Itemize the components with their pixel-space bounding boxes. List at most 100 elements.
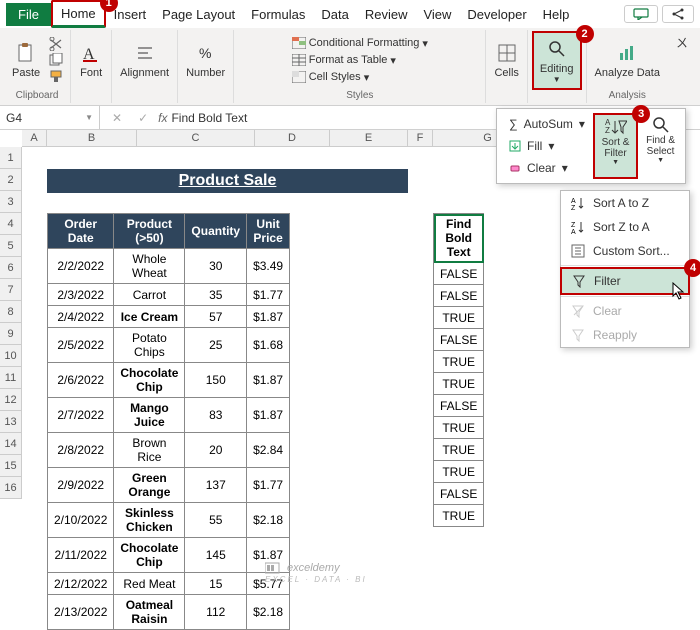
autosum-button[interactable]: ∑AutoSum ▾ — [501, 113, 593, 135]
sort-az-icon: AZ — [571, 196, 585, 210]
cancel-formula-icon[interactable]: ✕ — [106, 111, 128, 125]
tab-view[interactable]: View — [415, 3, 459, 26]
row-header-13[interactable]: 13 — [0, 411, 22, 433]
row-header-14[interactable]: 14 — [0, 433, 22, 455]
row-header-2[interactable]: 2 — [0, 169, 22, 191]
enter-formula-icon[interactable]: ✓ — [132, 111, 154, 125]
row-header-9[interactable]: 9 — [0, 323, 22, 345]
col-header-C[interactable]: C — [137, 130, 255, 147]
conditional-formatting-button[interactable]: Conditional Formatting ▾ — [288, 36, 432, 51]
table-row: FALSE — [434, 395, 484, 417]
format-as-table-button[interactable]: Format as Table ▾ — [288, 53, 432, 68]
table-icon — [292, 54, 306, 66]
row-header-12[interactable]: 12 — [0, 389, 22, 411]
table-row: 2/7/2022 Mango Juice 83 $1.87 — [48, 398, 290, 433]
funnel-icon — [572, 274, 586, 288]
custom-sort[interactable]: Custom Sort... — [561, 239, 689, 263]
sort-filter-button[interactable]: AZ Sort & Filter▼ 3 — [593, 113, 638, 179]
number-button[interactable]: %Number — [182, 39, 229, 81]
fill-button[interactable]: Fill ▾ — [501, 135, 593, 157]
ribbon: Paste Clipboard AFont Alignment %Number … — [0, 28, 700, 106]
find-icon — [651, 115, 671, 135]
svg-text:%: % — [199, 45, 211, 61]
tab-help[interactable]: Help — [535, 3, 578, 26]
cut-icon[interactable] — [48, 37, 66, 51]
font-button[interactable]: AFont — [75, 39, 107, 81]
row-header-15[interactable]: 15 — [0, 455, 22, 477]
fx-icon[interactable]: fx — [158, 111, 167, 125]
find-bold-header[interactable]: Find Bold Text — [434, 214, 484, 263]
table-row: TRUE — [434, 417, 484, 439]
tab-formulas[interactable]: Formulas — [243, 3, 313, 26]
tab-review[interactable]: Review — [357, 3, 416, 26]
table-row: 2/2/2022 Whole Wheat 30 $3.49 — [48, 249, 290, 284]
find-select-button[interactable]: Find & Select▼ — [640, 113, 681, 179]
cell-styles-icon — [292, 71, 306, 83]
collapse-ribbon-button[interactable]: ㄨ — [668, 30, 696, 103]
table-row: FALSE — [434, 329, 484, 351]
search-icon — [545, 37, 569, 61]
mouse-cursor-icon — [672, 282, 688, 300]
clear-filter: Clear — [561, 299, 689, 323]
clear-filter-icon — [571, 304, 585, 318]
editing-button[interactable]: Editing ▼ 2 — [532, 31, 582, 90]
row-header-6[interactable]: 6 — [0, 257, 22, 279]
tab-home-label: Home — [61, 6, 96, 21]
chevron-down-icon: ▼ — [553, 75, 561, 84]
tab-file[interactable]: File — [6, 3, 51, 26]
tab-home[interactable]: Home 1 — [51, 0, 106, 28]
tab-page-layout[interactable]: Page Layout — [154, 3, 243, 26]
table-row: FALSE — [434, 483, 484, 505]
svg-text:Z: Z — [605, 126, 610, 135]
col-header-F[interactable]: F — [408, 130, 433, 147]
row-header-1[interactable]: 1 — [0, 147, 22, 169]
badge-3: 3 — [632, 105, 650, 123]
cond-fmt-icon — [292, 37, 306, 49]
copy-icon[interactable] — [48, 53, 66, 67]
clear-button[interactable]: Clear ▾ — [501, 157, 593, 179]
main-th-price: Unit Price — [247, 214, 290, 249]
row-header-5[interactable]: 5 — [0, 235, 22, 257]
filter-menu-item[interactable]: Filter 4 — [560, 267, 690, 295]
paste-button[interactable]: Paste — [8, 39, 44, 81]
col-header-A[interactable]: A — [22, 130, 47, 147]
row-header-16[interactable]: 16 — [0, 477, 22, 499]
tab-data[interactable]: Data — [313, 3, 356, 26]
col-header-B[interactable]: B — [47, 130, 137, 147]
sort-a-to-z[interactable]: AZSort A to Z — [561, 191, 689, 215]
comments-button[interactable] — [624, 5, 658, 23]
table-row: 2/10/2022 Skinless Chicken 55 $2.18 — [48, 503, 290, 538]
analyze-data-button[interactable]: Analyze Data — [591, 39, 664, 81]
row-header-11[interactable]: 11 — [0, 367, 22, 389]
ribbon-group-number: %Number — [178, 30, 234, 103]
row-header-10[interactable]: 10 — [0, 345, 22, 367]
row-header-7[interactable]: 7 — [0, 279, 22, 301]
row-header-4[interactable]: 4 — [0, 213, 22, 235]
reapply-icon — [571, 328, 585, 342]
col-header-D[interactable]: D — [255, 130, 330, 147]
table-row: TRUE — [434, 351, 484, 373]
table-row: 2/12/2022 Red Meat 15 $5.77 — [48, 573, 290, 595]
sigma-icon: ∑ — [509, 117, 518, 131]
row-header-8[interactable]: 8 — [0, 301, 22, 323]
ribbon-group-analysis: Analyze Data Analysis — [587, 30, 668, 103]
name-box[interactable]: G4 ▼ — [0, 106, 100, 129]
cell-styles-button[interactable]: Cell Styles ▾ — [288, 70, 432, 85]
tab-developer[interactable]: Developer — [459, 3, 534, 26]
ribbon-group-editing: Editing ▼ 2 — [528, 30, 587, 103]
alignment-button[interactable]: Alignment — [116, 39, 173, 81]
font-icon: A — [79, 41, 103, 65]
format-painter-icon[interactable] — [48, 69, 66, 83]
title-cell: Product Sale — [47, 169, 408, 193]
ribbon-group-styles: Conditional Formatting ▾ Format as Table… — [234, 30, 486, 103]
formula-bar[interactable]: Find Bold Text — [171, 111, 247, 125]
table-row: 2/13/2022 Oatmeal Raisin 112 $2.18 — [48, 595, 290, 630]
reapply-filter: Reapply — [561, 323, 689, 347]
col-header-E[interactable]: E — [330, 130, 408, 147]
product-sale-table: Order DateProduct (>50)QuantityUnit Pric… — [47, 213, 290, 630]
sort-z-to-a[interactable]: ZASort Z to A — [561, 215, 689, 239]
share-button[interactable] — [662, 5, 694, 23]
menubar: File Home 1 Insert Page Layout Formulas … — [0, 0, 700, 28]
row-header-3[interactable]: 3 — [0, 191, 22, 213]
cells-button[interactable]: Cells — [490, 39, 522, 81]
